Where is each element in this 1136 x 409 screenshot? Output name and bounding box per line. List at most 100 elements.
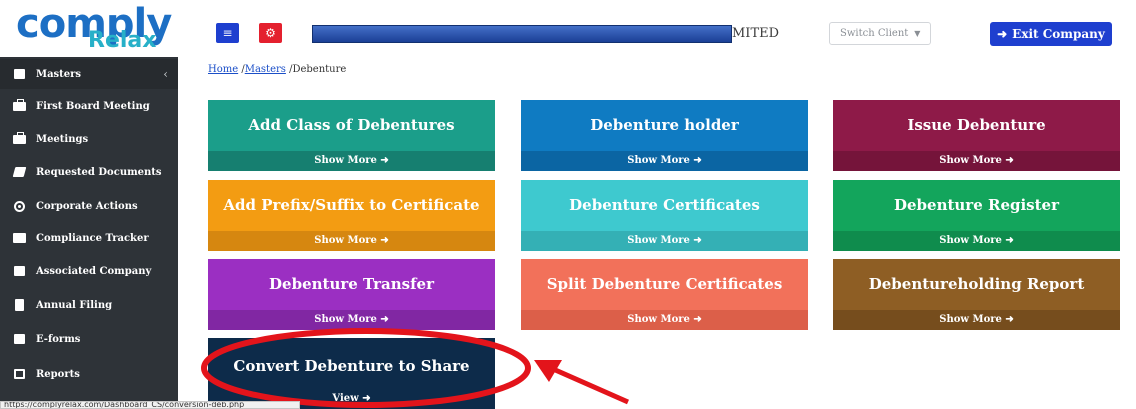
gear-icon: ⚙ [265,26,276,40]
sidebar-item-compliance-tracker[interactable]: Compliance Tracker [0,223,178,253]
sidebar-item-label: Annual Filing [36,299,113,311]
list-icon [10,233,28,243]
sidebar-item-label: E-forms [36,333,81,345]
briefcase-icon [10,131,28,144]
card-title: Debentureholding Report [868,275,1085,293]
sidebar: comply Relax Masters ‹ First Board Meeti… [0,0,178,409]
dashboard-card[interactable]: Debenture Certificates Show More ➜ [521,180,808,251]
sidebar-item-annual-filing[interactable]: Annual Filing [0,290,178,320]
sidebar-item-requested-documents[interactable]: Requested Documents [0,157,178,187]
arrow-circle-right-icon: ➜ [376,235,389,246]
annotation-arrow-head [534,360,562,382]
arrow-circle-right-icon: ➜ [1001,155,1014,166]
sidebar-item-label: Requested Documents [36,166,162,178]
dashboard-card[interactable]: Convert Debenture to Share View ➜ [208,338,495,409]
sidebar-item-corporate-actions[interactable]: Corporate Actions [0,191,178,221]
browser-status-url: https://complyrelax.com/Dashboard_CS/con… [0,401,300,409]
grid-icon [10,69,28,79]
building-icon [10,266,28,276]
card-footer-label: Show More [314,314,377,325]
target-icon [10,200,28,212]
card-footer-label: Show More [627,235,690,246]
card-footer-label: View [332,393,359,404]
arrow-circle-right-icon: ➜ [689,155,702,166]
card-footer-label: Show More [314,235,377,246]
arrow-circle-right-icon: ➜ [376,155,389,166]
arrow-circle-right-icon: ➜ [1001,235,1014,246]
switch-client-label: Switch Client [840,28,909,39]
menu-toggle-button[interactable]: ≡ [216,23,239,43]
sidebar-item-reports[interactable]: Reports [0,359,178,389]
sidebar-item-first-board-meeting[interactable]: First Board Meeting [0,91,178,121]
show-more-link[interactable]: Show More ➜ [833,310,1120,330]
annotation-arrow-line [542,362,630,405]
sidebar-item-label: Meetings [36,133,89,145]
card-title: Add Prefix/Suffix to Certificate [223,196,480,214]
switch-client-select[interactable]: Switch Client ▼ [829,22,931,45]
sidebar-item-label: Masters [36,68,82,80]
file-icon [10,299,28,311]
sidebar-item-label: Compliance Tracker [36,232,149,244]
card-title: Issue Debenture [907,116,1046,134]
dashboard-card[interactable]: Add Prefix/Suffix to Certificate Show Mor… [208,180,495,251]
breadcrumb-current: Debenture [292,64,347,75]
breadcrumb-masters[interactable]: Masters [245,64,286,75]
edit-icon [10,369,28,379]
menu-icon: ≡ [222,26,233,40]
arrow-circle-right-icon: ➜ [358,393,371,404]
dashboard-card[interactable]: Add Class of Debentures Show More ➜ [208,100,495,171]
card-footer-label: Show More [939,155,1002,166]
sidebar-item-label: Associated Company [36,265,152,277]
card-title: Debenture holder [590,116,739,134]
show-more-link[interactable]: Show More ➜ [208,151,495,171]
card-footer-label: Show More [314,155,377,166]
show-more-link[interactable]: Show More ➜ [833,151,1120,171]
card-title: Convert Debenture to Share [233,357,470,375]
sidebar-item-label: Reports [36,368,80,380]
card-title: Debenture Register [893,196,1059,214]
sidebar-item-label: First Board Meeting [36,100,150,112]
settings-button[interactable]: ⚙ [259,23,282,43]
arrow-circle-right-icon: ➜ [1001,314,1014,325]
arrow-circle-right-icon: ➜ [376,314,389,325]
dashboard-card[interactable]: Debenture Register Show More ➜ [833,180,1120,251]
sidebar-item-associated-company[interactable]: Associated Company [0,256,178,286]
redaction-bar [312,25,732,43]
card-title: Split Debenture Certificates [546,275,783,293]
sign-out-icon: ➜ [997,27,1008,41]
arrow-circle-right-icon: ➜ [689,314,702,325]
card-footer-label: Show More [627,314,690,325]
sidebar-item-e-forms[interactable]: E-forms [0,324,178,354]
show-more-link[interactable]: Show More ➜ [208,231,495,251]
card-footer-label: Show More [939,235,1002,246]
card-footer-label: Show More [939,314,1002,325]
show-more-link[interactable]: Show More ➜ [833,231,1120,251]
card-title: Add Class of Debentures [248,116,455,134]
chevron-down-icon: ▼ [914,29,921,38]
exit-company-label: Exit Company [1012,27,1105,41]
dashboard-card[interactable]: Debenture holder Show More ➜ [521,100,808,171]
logo[interactable]: comply Relax [0,0,178,57]
breadcrumb: Home /Masters /Debenture [208,64,346,75]
dashboard-card[interactable]: Debentureholding Report Show More ➜ [833,259,1120,330]
dashboard-card[interactable]: Issue Debenture Show More ➜ [833,100,1120,171]
card-title: Debenture Certificates [569,196,760,214]
exit-company-button[interactable]: ➜ Exit Company [990,22,1112,46]
show-more-link[interactable]: Show More ➜ [521,310,808,330]
dashboard-card[interactable]: Debenture Transfer Show More ➜ [208,259,495,330]
chevron-left-icon: ‹ [163,67,168,81]
folder-icon [10,167,28,177]
show-more-link[interactable]: Show More ➜ [521,231,808,251]
sidebar-item-meetings[interactable]: Meetings [0,124,178,154]
sidebar-item-masters[interactable]: Masters ‹ [0,59,178,89]
show-more-link[interactable]: Show More ➜ [521,151,808,171]
dashboard-card[interactable]: Split Debenture Certificates Show More ➜ [521,259,808,330]
card-title: Debenture Transfer [269,275,434,293]
breadcrumb-home[interactable]: Home [208,64,238,75]
card-footer-label: Show More [627,155,690,166]
briefcase-icon [10,98,28,111]
image-icon [10,334,28,344]
company-name-visible-part: MITED [732,26,780,41]
show-more-link[interactable]: Show More ➜ [208,310,495,330]
logo-subtext: Relax [88,28,157,53]
